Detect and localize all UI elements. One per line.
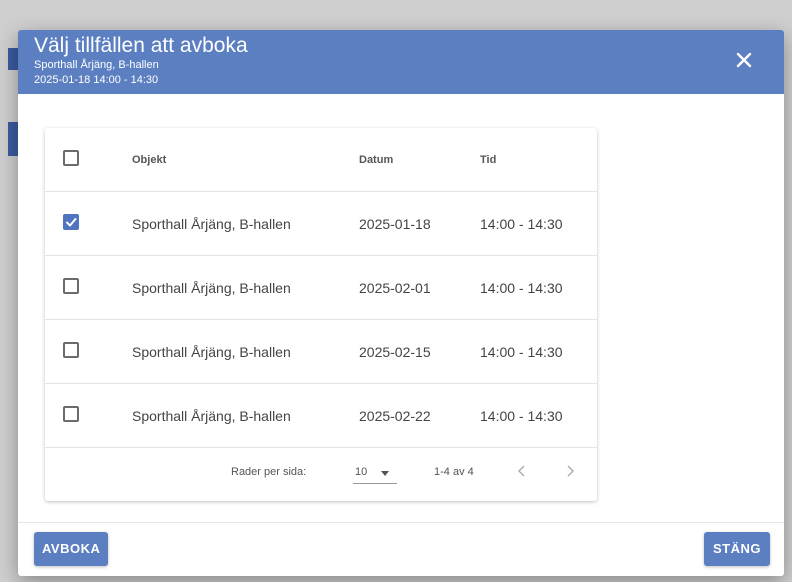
table-row[interactable]: Sporthall Årjäng, B-hallen 2025-01-18 14…	[45, 192, 597, 256]
caret-down-icon	[381, 471, 389, 476]
rows-per-page-label: Rader per sida:	[231, 466, 307, 478]
row-object: Sporthall Årjäng, B-hallen	[132, 408, 291, 424]
close-icon[interactable]	[734, 50, 754, 70]
row-time: 14:00 - 14:30	[480, 280, 563, 296]
chevron-right-icon[interactable]	[561, 462, 579, 480]
occasions-table: Objekt Datum Tid Sporthall Årjäng, B-hal…	[45, 128, 597, 501]
table-header-row: Objekt Datum Tid	[45, 128, 597, 192]
row-checkbox[interactable]	[63, 342, 79, 358]
column-header-date[interactable]: Datum	[359, 128, 393, 192]
rows-per-page-value: 10	[355, 466, 368, 478]
select-all-checkbox[interactable]	[63, 150, 79, 166]
column-header-time[interactable]: Tid	[480, 128, 496, 192]
dialog-subtitle-time: 2025-01-18 14:00 - 14:30	[34, 74, 159, 86]
dialog-title: Välj tillfällen att avboka	[34, 34, 248, 57]
row-time: 14:00 - 14:30	[480, 344, 563, 360]
cancel-occasions-dialog: Välj tillfällen att avboka Sporthall Årj…	[18, 30, 784, 576]
row-checkbox[interactable]	[63, 406, 79, 422]
dialog-subtitle-location: Sporthall Årjäng, B-hallen	[34, 59, 159, 71]
close-button[interactable]: STÄNG	[704, 532, 770, 566]
row-checkbox[interactable]	[63, 278, 79, 294]
rows-per-page-select[interactable]: 10	[353, 460, 397, 484]
row-date: 2025-02-22	[359, 408, 431, 424]
table-row[interactable]: Sporthall Årjäng, B-hallen 2025-02-01 14…	[45, 256, 597, 320]
row-time: 14:00 - 14:30	[480, 408, 563, 424]
chevron-left-icon[interactable]	[513, 462, 531, 480]
row-time: 14:00 - 14:30	[480, 216, 563, 232]
table-row[interactable]: Sporthall Årjäng, B-hallen 2025-02-22 14…	[45, 384, 597, 448]
row-object: Sporthall Årjäng, B-hallen	[132, 280, 291, 296]
table-pagination: Rader per sida: 10 1-4 av 4	[45, 448, 597, 501]
actions-divider	[18, 522, 784, 523]
row-checkbox[interactable]	[63, 214, 79, 230]
row-object: Sporthall Årjäng, B-hallen	[132, 216, 291, 232]
column-header-object[interactable]: Objekt	[132, 128, 166, 192]
pagination-range: 1-4 av 4	[434, 466, 474, 478]
cancel-booking-button[interactable]: AVBOKA	[34, 532, 108, 566]
row-date: 2025-02-01	[359, 280, 431, 296]
table-row[interactable]: Sporthall Årjäng, B-hallen 2025-02-15 14…	[45, 320, 597, 384]
row-date: 2025-02-15	[359, 344, 431, 360]
dialog-header: Välj tillfällen att avboka Sporthall Årj…	[18, 30, 784, 94]
row-object: Sporthall Årjäng, B-hallen	[132, 344, 291, 360]
row-date: 2025-01-18	[359, 216, 431, 232]
